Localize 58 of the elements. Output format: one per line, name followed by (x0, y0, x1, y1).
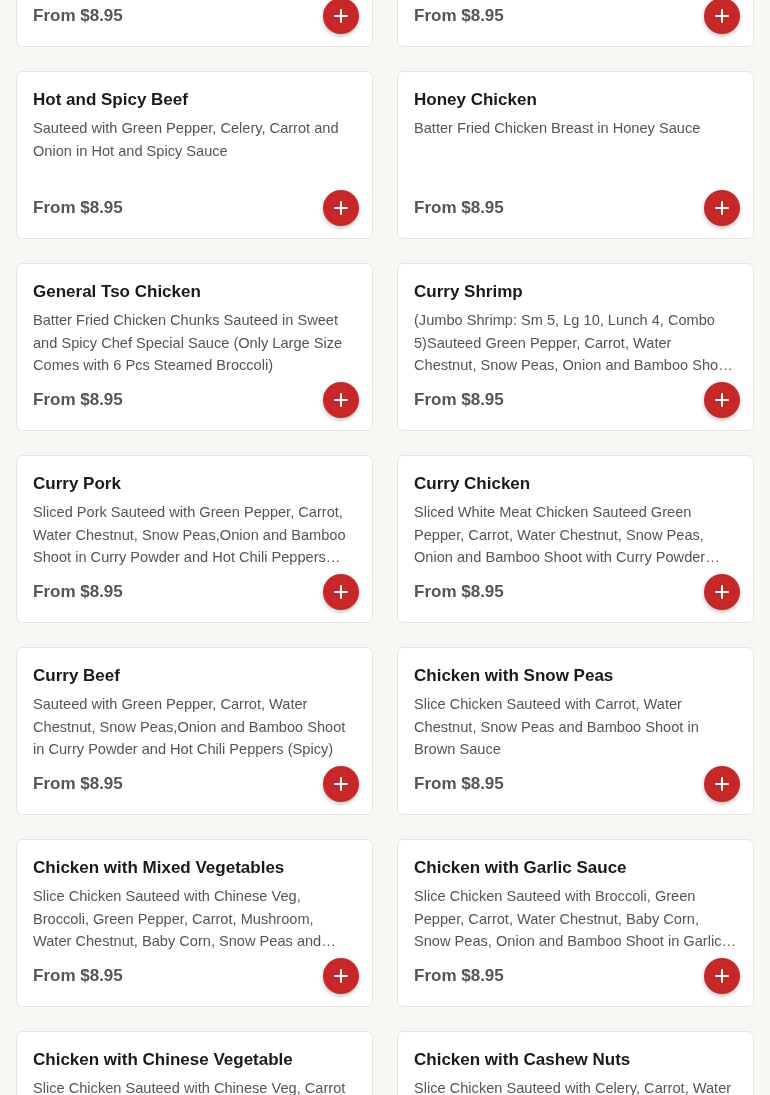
item-description: Sliced Pork Sauteed with Green Pepper, Carrot, Water Chestnut, Snow Peas,Onion and Bamboo Shoot in Curry Powder and Hot Chili Peppers… (33, 503, 347, 567)
price-text: From $8.95 (414, 965, 504, 988)
plus-icon (334, 585, 348, 599)
item-description: Batter Fried Chicken Breast in Honey Sauce (414, 119, 702, 138)
add-button[interactable] (704, 0, 740, 34)
plus-icon (715, 393, 729, 407)
price-text: From $8.95 (33, 197, 123, 220)
item-name: General Tso Chicken (33, 281, 202, 303)
price-text: From $8.95 (33, 5, 123, 28)
plus-icon (334, 9, 348, 23)
item-name: Chicken with Chinese Vegetable (33, 1049, 294, 1071)
price-text: From $8.95 (414, 5, 504, 28)
price-text: From $8.95 (33, 773, 123, 796)
item-name: Chicken with Garlic Sauce (414, 857, 628, 879)
plus-icon (715, 9, 729, 23)
plus-icon (715, 201, 729, 215)
plus-icon (334, 777, 348, 791)
add-button[interactable] (704, 190, 740, 226)
item-name: Chicken with Mixed Vegetables (33, 857, 286, 879)
plus-icon (715, 777, 729, 791)
plus-icon (715, 969, 729, 983)
item-description: (Jumbo Shrimp: Sm 5, Lg 10, Lunch 4, Combo 5)Sauteed Green Pepper, Carrot, Water Chestnut, Snow Peas, Onion and Bamboo Sho… (414, 311, 734, 375)
price-text: From $8.95 (33, 389, 123, 412)
add-button[interactable] (323, 574, 359, 610)
item-description: Slice Chicken Sauteed with Broccoli, Green Pepper, Carrot, Water Chestnut, Baby Corn, Snow Peas, Onion and Bamboo Shoot in Garlic… (414, 887, 737, 951)
add-button[interactable] (323, 766, 359, 802)
item-description: Sauteed with Green Pepper, Celery, Carrot and Onion in Hot and Spicy Sauce (33, 119, 340, 161)
plus-icon (334, 393, 348, 407)
add-button[interactable] (323, 0, 359, 34)
price-text: From $8.95 (414, 773, 504, 796)
item-name: Curry Chicken (414, 473, 532, 495)
plus-icon (715, 585, 729, 599)
item-name: Hot and Spicy Beef (33, 89, 189, 111)
item-description: Slice Chicken Sauteed with Chinese Veg, Broccoli, Green Pepper, Carrot, Mushroom, Water Chestnut, Baby Corn, Snow Peas and… (33, 887, 337, 951)
item-name: Curry Pork (33, 473, 122, 495)
price-text: From $8.95 (33, 965, 123, 988)
item-name: Curry Shrimp (414, 281, 524, 303)
item-name: Chicken with Snow Peas (414, 665, 615, 687)
item-description: Slice Chicken Sauteed with Carrot, Water Chestnut, Snow Peas and Bamboo Shoot in Brown Sauce (414, 695, 700, 759)
plus-icon (334, 201, 348, 215)
add-button[interactable] (323, 958, 359, 994)
add-button[interactable] (704, 382, 740, 418)
price-text: From $8.95 (414, 389, 504, 412)
add-button[interactable] (323, 382, 359, 418)
item-description: Batter Fried Chicken Chunks Sauteed in Sweet and Spicy Chef Special Sauce (Only Large Size Comes with 6 Pcs Steamed Broccoli) (33, 311, 344, 375)
item-name: Chicken with Cashew Nuts (414, 1049, 632, 1071)
plus-icon (334, 969, 348, 983)
add-button[interactable] (704, 766, 740, 802)
item-description: Sauteed with Green Pepper, Carrot, Water Chestnut, Snow Peas,Onion and Bamboo Shoot in Curry Powder and Hot Chili Peppers (Spicy) (33, 695, 347, 759)
price-text: From $8.95 (414, 197, 504, 220)
item-name: Curry Beef (33, 665, 121, 687)
item-name: Honey Chicken (414, 89, 538, 111)
add-button[interactable] (704, 574, 740, 610)
price-text: From $8.95 (33, 581, 123, 604)
price-text: From $8.95 (414, 581, 504, 604)
add-button[interactable] (704, 958, 740, 994)
add-button[interactable] (323, 190, 359, 226)
item-description: Sliced White Meat Chicken Sauteed Green Pepper, Carrot, Water Chestnut, Snow Peas, Onion and Bamboo Shoot with Curry Powder… (414, 503, 721, 567)
